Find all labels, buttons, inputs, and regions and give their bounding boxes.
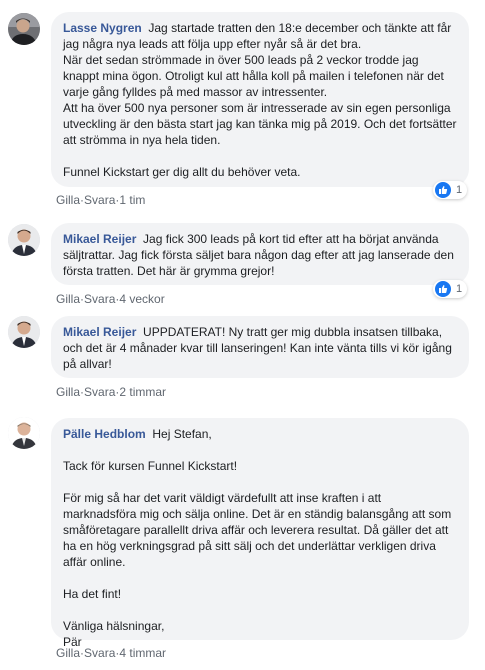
timestamp[interactable]: 2 timmar: [119, 385, 166, 399]
comment-author[interactable]: Mikael Reijer: [63, 232, 136, 246]
comment-author[interactable]: Pälle Hedblom: [63, 427, 146, 441]
profile-photo-icon: [8, 316, 40, 348]
like-link[interactable]: Gilla: [56, 646, 80, 660]
avatar[interactable]: [8, 224, 40, 256]
reply-link[interactable]: Svara: [84, 292, 115, 306]
comment-bubble: Mikael Reijer Jag fick 300 leads på kort…: [51, 223, 469, 285]
comment-actions: Gilla · Svara · 2 timmar: [56, 385, 166, 399]
reaction-number: 1: [456, 283, 463, 295]
comment-actions: Gilla · Svara · 1 tim: [56, 193, 145, 207]
reaction-count[interactable]: 1: [433, 280, 468, 298]
profile-photo-icon: [8, 13, 40, 45]
timestamp[interactable]: 4 veckor: [119, 292, 164, 306]
reaction-count[interactable]: 1: [433, 181, 468, 199]
avatar[interactable]: [8, 13, 40, 45]
avatar[interactable]: [8, 417, 40, 449]
reaction-number: 1: [456, 184, 463, 196]
like-link[interactable]: Gilla: [56, 193, 80, 207]
comment-actions: Gilla · Svara · 4 veckor: [56, 292, 165, 306]
like-link[interactable]: Gilla: [56, 292, 80, 306]
comment-bubble: Lasse Nygren Jag startade tratten den 18…: [51, 12, 469, 187]
comment-bubble: Mikael Reijer UPPDATERAT! Ny tratt ger m…: [51, 316, 469, 378]
reply-link[interactable]: Svara: [84, 646, 115, 660]
like-link[interactable]: Gilla: [56, 385, 80, 399]
comment-author[interactable]: Lasse Nygren: [63, 21, 142, 35]
comment-text: Jag startade tratten den 18:e december o…: [63, 21, 457, 179]
profile-photo-icon: [8, 224, 40, 256]
like-icon: [435, 182, 451, 198]
comment-bubble: Pälle Hedblom Hej Stefan, Tack för kurse…: [51, 418, 469, 649]
timestamp[interactable]: 1 tim: [119, 193, 145, 207]
profile-photo-icon: [8, 417, 40, 449]
reply-link[interactable]: Svara: [84, 193, 115, 207]
comment-author[interactable]: Mikael Reijer: [63, 325, 136, 339]
comment-actions: Gilla · Svara · 4 timmar: [56, 646, 166, 660]
avatar[interactable]: [8, 316, 40, 348]
like-icon: [435, 281, 451, 297]
comment-text: Hej Stefan, Tack för kursen Funnel Kicks…: [63, 427, 452, 649]
reply-link[interactable]: Svara: [84, 385, 115, 399]
timestamp[interactable]: 4 timmar: [119, 646, 166, 660]
